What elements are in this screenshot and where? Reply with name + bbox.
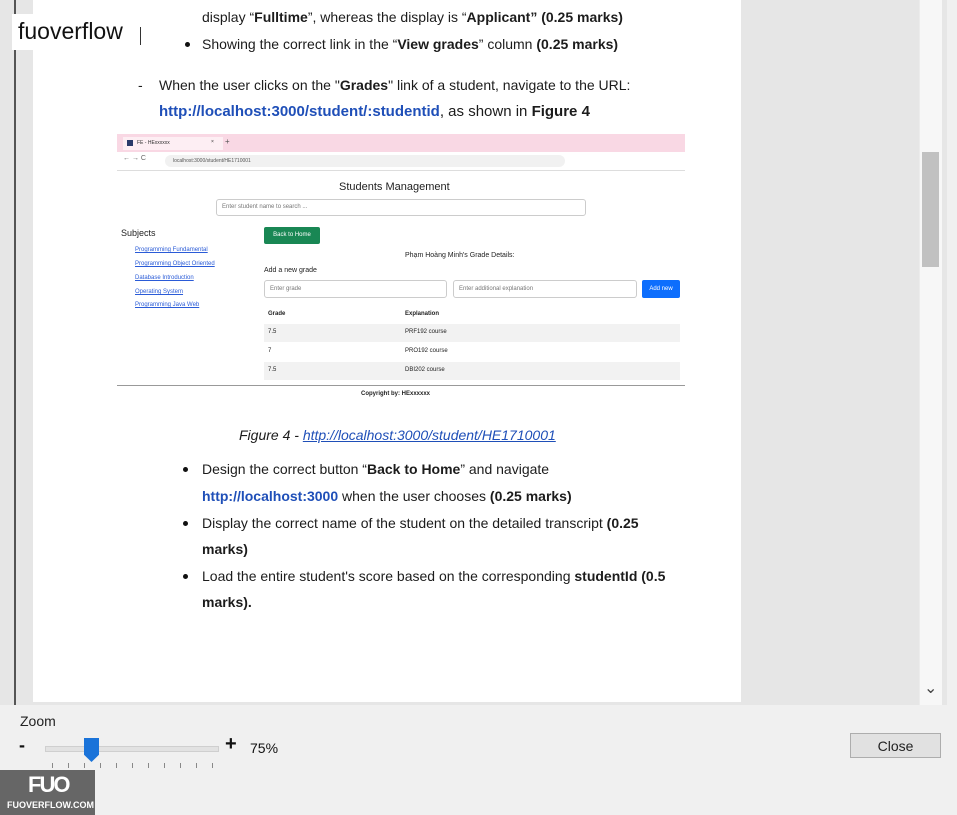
- caption-link[interactable]: http://localhost:3000/student/HE1710001: [303, 427, 556, 443]
- document-viewer[interactable]: display “Fulltime”, whereas the display …: [0, 0, 957, 705]
- subject-link: Programming Fundamental: [135, 247, 208, 253]
- brand-name: fuoverflow: [18, 18, 123, 44]
- zoom-slider-track[interactable]: [45, 746, 219, 752]
- url-line: http://localhost:3000/student/:studentid…: [159, 103, 590, 120]
- app-title: Students Management: [339, 181, 450, 193]
- browser-url: localhost:3000/student/HE1710001: [165, 155, 565, 167]
- table-row: 7.5 PRF192 course: [264, 324, 680, 342]
- subject-link: Programming Java Web: [135, 302, 200, 308]
- tab-close-icon: ×: [211, 139, 214, 145]
- bullet-dot: [183, 521, 188, 526]
- home-url-link[interactable]: http://localhost:3000: [202, 488, 338, 504]
- bullet-back-home-line2: http://localhost:3000 when the user choo…: [202, 488, 572, 504]
- browser-tab-bar: FE - HExxxxxx × +: [117, 134, 685, 152]
- column-header: Grade: [268, 311, 286, 317]
- fuo-site: FUOVERFLOW.COM: [7, 800, 94, 810]
- student-search-input: Enter student name to search ...: [216, 199, 586, 216]
- bullet-load-scores-line2: marks).: [202, 594, 252, 610]
- text-cursor: [140, 27, 141, 45]
- vertical-scrollbar[interactable]: ⌄: [919, 0, 942, 705]
- close-button[interactable]: Close: [850, 733, 941, 758]
- zoom-value: 75%: [250, 740, 279, 756]
- tab-favicon-icon: [127, 140, 133, 146]
- zoom-label: Zoom: [20, 713, 56, 729]
- bullet-dot: [183, 467, 188, 472]
- zoom-slider-thumb[interactable]: [84, 738, 99, 762]
- zoom-panel: Zoom - + 75% Close: [0, 705, 957, 815]
- paragraph-grades-link: When the user clicks on the "Grades" lin…: [159, 77, 631, 93]
- bullet-load-scores: Load the entire student's score based on…: [202, 568, 666, 584]
- fuo-mark: FUO: [28, 772, 70, 797]
- tab-title: FE - HExxxxxx: [137, 140, 170, 146]
- table-row: 7 PRO192 course: [264, 343, 680, 361]
- bullet-dot: [183, 574, 188, 579]
- document-page: display “Fulltime”, whereas the display …: [33, 0, 741, 702]
- nav-arrows-icon: ← → C: [123, 155, 146, 162]
- bullet-student-name-line2: marks): [202, 541, 248, 557]
- text-line-fulltime: display “Fulltime”, whereas the display …: [202, 9, 623, 25]
- app-footer: Copyright by: HExxxxxx: [361, 391, 431, 397]
- browser-tab: FE - HExxxxxx ×: [123, 137, 223, 150]
- bullet-back-home: Design the correct button “Back to Home”…: [202, 461, 550, 477]
- browser-address-bar: ← → C localhost:3000/student/HE1710001: [117, 152, 685, 171]
- zoom-slider-ticks: [52, 763, 217, 769]
- scrollbar-thumb[interactable]: [922, 152, 939, 267]
- add-new-button: Add new: [642, 280, 680, 298]
- zoom-out-button[interactable]: -: [19, 735, 25, 756]
- grade-cell: 7.5: [268, 329, 277, 335]
- dash-marker: -: [138, 77, 143, 93]
- subjects-heading: Subjects: [121, 228, 156, 238]
- viewer-left-border: [14, 0, 16, 705]
- fuo-watermark-logo: FUO FUOVERFLOW.COM: [0, 770, 95, 815]
- grade-cell: 7.5: [268, 367, 277, 373]
- subject-link: Operating System: [135, 289, 184, 295]
- divider: [117, 385, 685, 386]
- figure-4-screenshot: FE - HExxxxxx × + ← → C localhost:3000/st…: [117, 134, 685, 388]
- bullet-dot: [185, 42, 190, 47]
- figure-caption: Figure 4 - http://localhost:3000/student…: [239, 427, 556, 443]
- explanation-input: Enter additional explanation: [453, 280, 637, 298]
- add-grade-label: Add a new grade: [264, 267, 317, 274]
- bullet-view-grades: Showing the correct link in the “View gr…: [202, 36, 619, 52]
- viewer-right-edge: [947, 0, 957, 705]
- brand-overlay: fuoverflow: [12, 14, 140, 50]
- zoom-in-button[interactable]: +: [225, 733, 237, 756]
- explanation-cell: DBI202 course: [405, 367, 445, 373]
- grade-input: Enter grade: [264, 280, 447, 298]
- explanation-cell: PRF192 course: [405, 329, 447, 335]
- bullet-student-name: Display the correct name of the student …: [202, 515, 639, 531]
- column-header: Explanation: [405, 311, 440, 317]
- table-row: 7.5 DBI202 course: [264, 362, 680, 380]
- student-url-link[interactable]: http://localhost:3000/student/:studentid: [159, 103, 440, 120]
- table-header: Grade Explanation: [264, 306, 680, 325]
- back-to-home-button: Back to Home: [264, 227, 320, 244]
- subject-link: Programming Object Oriented: [135, 261, 215, 267]
- chevron-down-icon[interactable]: ⌄: [924, 678, 937, 698]
- grade-details-title: Phạm Hoàng Minh's Grade Details:: [405, 252, 515, 259]
- new-tab-icon: +: [225, 137, 230, 146]
- subject-link: Database Introduction: [135, 275, 194, 281]
- explanation-cell: PRO192 course: [405, 348, 448, 354]
- grade-cell: 7: [268, 348, 272, 354]
